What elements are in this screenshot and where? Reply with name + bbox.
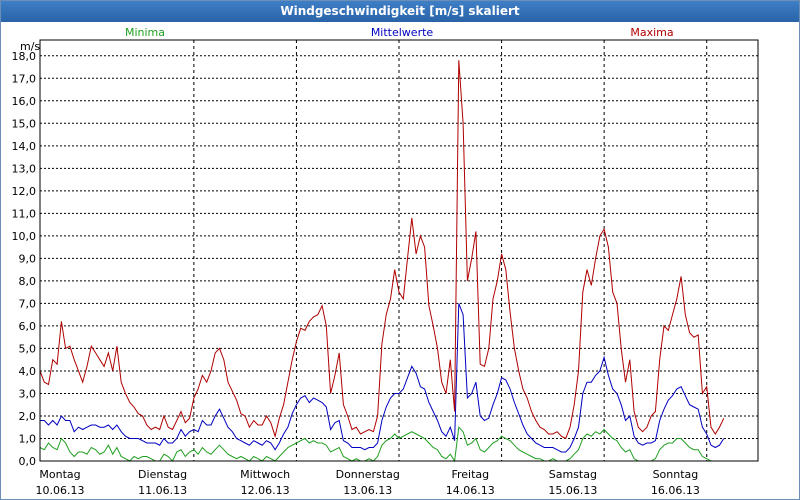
y-tick-label: 9,0 [19, 252, 37, 265]
day-date-label: 11.06.13 [138, 484, 187, 497]
y-axis-ticks: 0,0 1,0 2,0 3,0 4,0 5,0 6,0 7,0 8,0 9,0 10,0 11,0 12… [12, 50, 37, 468]
y-tick-label: 8,0 [19, 275, 37, 288]
day-name-label: Dienstag [138, 468, 187, 481]
y-tick-label: 17,0 [12, 72, 37, 85]
legend-maxima: Maxima [630, 26, 673, 39]
series-lines [39, 60, 725, 463]
y-tick-label: 14,0 [12, 140, 37, 153]
x-axis-day-labels: Montag 10.06.13 Dienstag 11.06.13 Mittwoch 12… [36, 468, 700, 497]
wind-speed-chart: m/s Minima Mittelwerte Maxima 0,01,02,03… [12, 26, 759, 497]
day-date-label: 12.06.13 [241, 484, 290, 497]
y-tick-label: 5,0 [19, 342, 37, 355]
series-line-maxima [39, 60, 725, 440]
day-date-label: 10.06.13 [36, 484, 85, 497]
y-tick-label: 0,0 [19, 455, 37, 468]
day-name-label: Freitag [451, 468, 489, 481]
y-tick-label: 2,0 [19, 410, 37, 423]
day-date-label: 15.06.13 [548, 484, 597, 497]
y-tick-label: 4,0 [19, 365, 37, 378]
legend-minima: Minima [125, 26, 165, 39]
y-tick-label: 7,0 [19, 297, 37, 310]
day-name-label: Montag [39, 468, 80, 481]
day-date-label: 16.06.13 [651, 484, 700, 497]
legend-mittelwerte: Mittelwerte [371, 26, 434, 39]
day-date-label: 13.06.13 [343, 484, 392, 497]
y-tick-label: 1,0 [19, 432, 37, 445]
y-tick-label: 18,0 [12, 50, 37, 63]
grid [40, 40, 758, 462]
y-tick-label: 16,0 [12, 95, 37, 108]
series-line-minima [39, 426, 724, 463]
y-tick-label: 15,0 [12, 117, 37, 130]
y-tick-label: 10,0 [12, 230, 37, 243]
y-tick-label: 12,0 [12, 185, 37, 198]
day-name-label: Mittwoch [240, 468, 290, 481]
y-tick-label: 11,0 [12, 207, 37, 220]
day-name-label: Sonntag [653, 468, 699, 481]
day-name-label: Samstag [549, 468, 597, 481]
y-tick-label: 13,0 [12, 162, 37, 175]
day-date-label: 14.06.13 [446, 484, 495, 497]
day-name-label: Donnerstag [336, 468, 400, 481]
y-tick-label: 6,0 [19, 320, 37, 333]
y-tick-label: 3,0 [19, 387, 37, 400]
